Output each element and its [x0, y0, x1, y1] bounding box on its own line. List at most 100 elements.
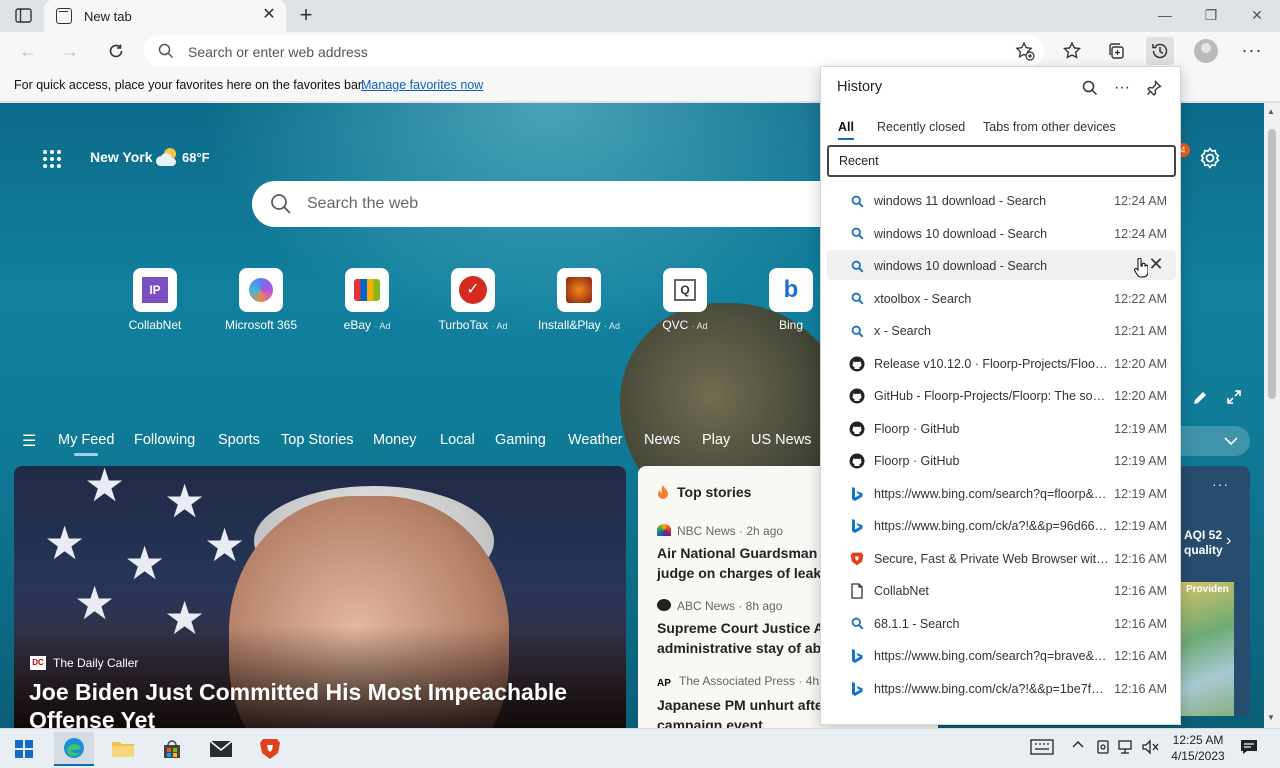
keyboard-icon[interactable] [1030, 739, 1054, 758]
scroll-up-icon[interactable]: ▲ [1267, 107, 1275, 116]
history-item[interactable]: windows 10 download - Search 12:24 AM [827, 218, 1176, 248]
back-button[interactable]: ← [14, 37, 42, 65]
page-scrollbar[interactable]: ▲ ▼ [1264, 103, 1280, 728]
quick-link-ebay[interactable]: eBay · Ad [317, 268, 417, 332]
feed-tab-us-news[interactable]: US News [751, 432, 811, 448]
volume-muted-icon[interactable] [1142, 739, 1160, 758]
web-search-box[interactable]: Search the web [252, 181, 852, 227]
taskbar-mail[interactable] [201, 732, 241, 766]
expand-icon[interactable] [1226, 389, 1242, 408]
history-item[interactable]: Floorp · GitHub 12:19 AM [827, 413, 1176, 443]
history-tab-recently-closed[interactable]: Recently closed [877, 120, 965, 134]
history-item[interactable]: Floorp · GitHub 12:19 AM [827, 445, 1176, 475]
add-favorite-icon[interactable] [1014, 40, 1036, 62]
system-clock[interactable]: 12:25 AM 4/15/2023 [1168, 732, 1228, 764]
feed-tab-sports[interactable]: Sports [218, 432, 260, 448]
profile-avatar[interactable] [1194, 39, 1218, 63]
history-item-time: 12:16 AM [1114, 584, 1167, 598]
feed-tab-top-stories[interactable]: Top Stories [281, 432, 354, 448]
web-search-placeholder: Search the web [307, 195, 419, 212]
feed-tab-weather[interactable]: Weather [568, 432, 623, 448]
title-bar: New tab ✕ + — ❐ ✕ [0, 0, 1280, 32]
history-more-icon[interactable]: ··· [1111, 77, 1133, 99]
pin-icon[interactable] [1143, 77, 1165, 99]
feed-tab-my-feed[interactable]: My Feed [58, 432, 114, 456]
history-item-label: windows 11 download - Search [874, 194, 1047, 208]
search-icon [849, 258, 865, 274]
notifications-icon[interactable] [1240, 739, 1258, 758]
history-item[interactable]: 68.1.1 - Search 12:16 AM [827, 608, 1176, 638]
feed-menu-icon[interactable]: ☰ [22, 431, 36, 451]
manage-favorites-link[interactable]: Manage favorites now [361, 78, 483, 92]
feed-tab-money[interactable]: Money [373, 432, 417, 448]
weather-card[interactable]: ··· AQI 52 quality › Providen [1180, 466, 1250, 716]
history-item[interactable]: https://www.bing.com/search?q=brave&cvid… [827, 640, 1176, 670]
taskbar-brave[interactable] [250, 732, 290, 766]
window-close-button[interactable]: ✕ [1234, 0, 1280, 30]
history-item[interactable]: Secure, Fast & Private Web Browser with … [827, 543, 1176, 573]
quick-link-qvc[interactable]: Q QVC · Ad [635, 268, 735, 332]
search-history-icon[interactable] [1079, 77, 1101, 99]
history-search-field[interactable]: Recent [827, 145, 1176, 177]
tab-close-icon[interactable]: ✕ [260, 6, 278, 24]
history-item[interactable]: https://www.bing.com/ck/a?!&&p=96d664aa 1… [827, 510, 1176, 540]
weather-location[interactable]: New York [90, 149, 153, 165]
scrollbar-thumb[interactable] [1268, 129, 1276, 399]
settings-and-more-button[interactable]: ··· [1240, 37, 1264, 65]
history-item[interactable]: https://www.bing.com/search?q=floorp&qs=… [827, 478, 1176, 508]
history-item[interactable]: xtoolbox - Search 12:22 AM [827, 283, 1176, 313]
feed-tab-play[interactable]: Play [702, 432, 730, 448]
history-item-time: 12:24 AM [1114, 194, 1167, 208]
news-headline[interactable]: Joe Biden Just Committed His Most Impeac… [29, 678, 609, 728]
address-placeholder: Search or enter web address [188, 44, 368, 60]
chevron-up-icon[interactable] [1072, 739, 1084, 754]
scroll-down-icon[interactable]: ▼ [1267, 713, 1275, 722]
quick-link-microsoft-365[interactable]: Microsoft 365 [211, 268, 311, 332]
network-icon[interactable] [1118, 739, 1136, 758]
address-bar[interactable]: Search or enter web address [144, 35, 1044, 67]
taskbar-store[interactable] [152, 732, 192, 766]
chevron-right-icon[interactable]: › [1226, 532, 1231, 550]
feed-tab-local[interactable]: Local [440, 432, 475, 448]
tab-actions-icon[interactable] [12, 6, 36, 26]
map-city-label: Providen [1186, 584, 1229, 595]
tab-new-tab[interactable]: New tab ✕ [44, 0, 286, 32]
quick-link-turbotax[interactable]: ✓ TurboTax · Ad [423, 268, 523, 332]
history-item[interactable]: windows 10 download - Search ✕ [827, 250, 1176, 280]
history-icon[interactable] [1146, 37, 1174, 65]
taskbar-file-explorer[interactable] [103, 732, 143, 766]
history-item[interactable]: windows 11 download - Search 12:24 AM [827, 185, 1176, 215]
feed-tab-news[interactable]: News [644, 432, 680, 448]
feed-tab-following[interactable]: Following [134, 432, 195, 448]
feed-tab-gaming[interactable]: Gaming [495, 432, 546, 448]
restore-button[interactable]: ❐ [1188, 0, 1234, 30]
history-tab-other-devices[interactable]: Tabs from other devices [983, 120, 1116, 134]
remove-history-item-icon[interactable]: ✕ [1147, 255, 1165, 273]
forward-button[interactable]: → [56, 37, 84, 65]
weather-temperature[interactable]: 68°F [182, 150, 210, 165]
taskbar-edge-app[interactable] [54, 732, 94, 766]
history-item[interactable]: CollabNet 12:16 AM [827, 575, 1176, 605]
page-icon [849, 583, 865, 599]
page-settings-icon[interactable] [1198, 146, 1222, 173]
refresh-button[interactable] [102, 37, 130, 65]
collections-icon[interactable] [1102, 37, 1130, 65]
device-icon[interactable] [1096, 739, 1110, 758]
favorites-icon[interactable] [1058, 37, 1086, 65]
quick-link-collabnet[interactable]: IP CollabNet [105, 268, 205, 332]
quick-link-install-and-play[interactable]: Install&Play · Ad [529, 268, 629, 332]
ad-label: · Ad [604, 321, 621, 331]
history-item[interactable]: https://www.bing.com/ck/a?!&&p=1be7f8ab 1… [827, 673, 1176, 703]
start-button[interactable] [4, 732, 44, 766]
card-more-icon[interactable]: ··· [1212, 476, 1229, 492]
minimize-button[interactable]: — [1142, 0, 1188, 30]
history-item[interactable]: GitHub - Floorp-Projects/Floorp: The sou… [827, 380, 1176, 410]
app-launcher-icon[interactable] [42, 149, 62, 169]
history-tab-all[interactable]: All [838, 120, 854, 140]
history-item[interactable]: Release v10.12.0 · Floorp-Projects/Floor… [827, 348, 1176, 378]
edit-background-icon[interactable] [1192, 390, 1208, 409]
ebay-icon [345, 268, 389, 312]
hero-news-card[interactable]: ★ ★ ★ ★ ★ ★ ★ DC The Daily Caller Joe Bi… [14, 466, 626, 728]
history-item[interactable]: x - Search 12:21 AM [827, 315, 1176, 345]
new-tab-button[interactable]: + [294, 4, 318, 28]
